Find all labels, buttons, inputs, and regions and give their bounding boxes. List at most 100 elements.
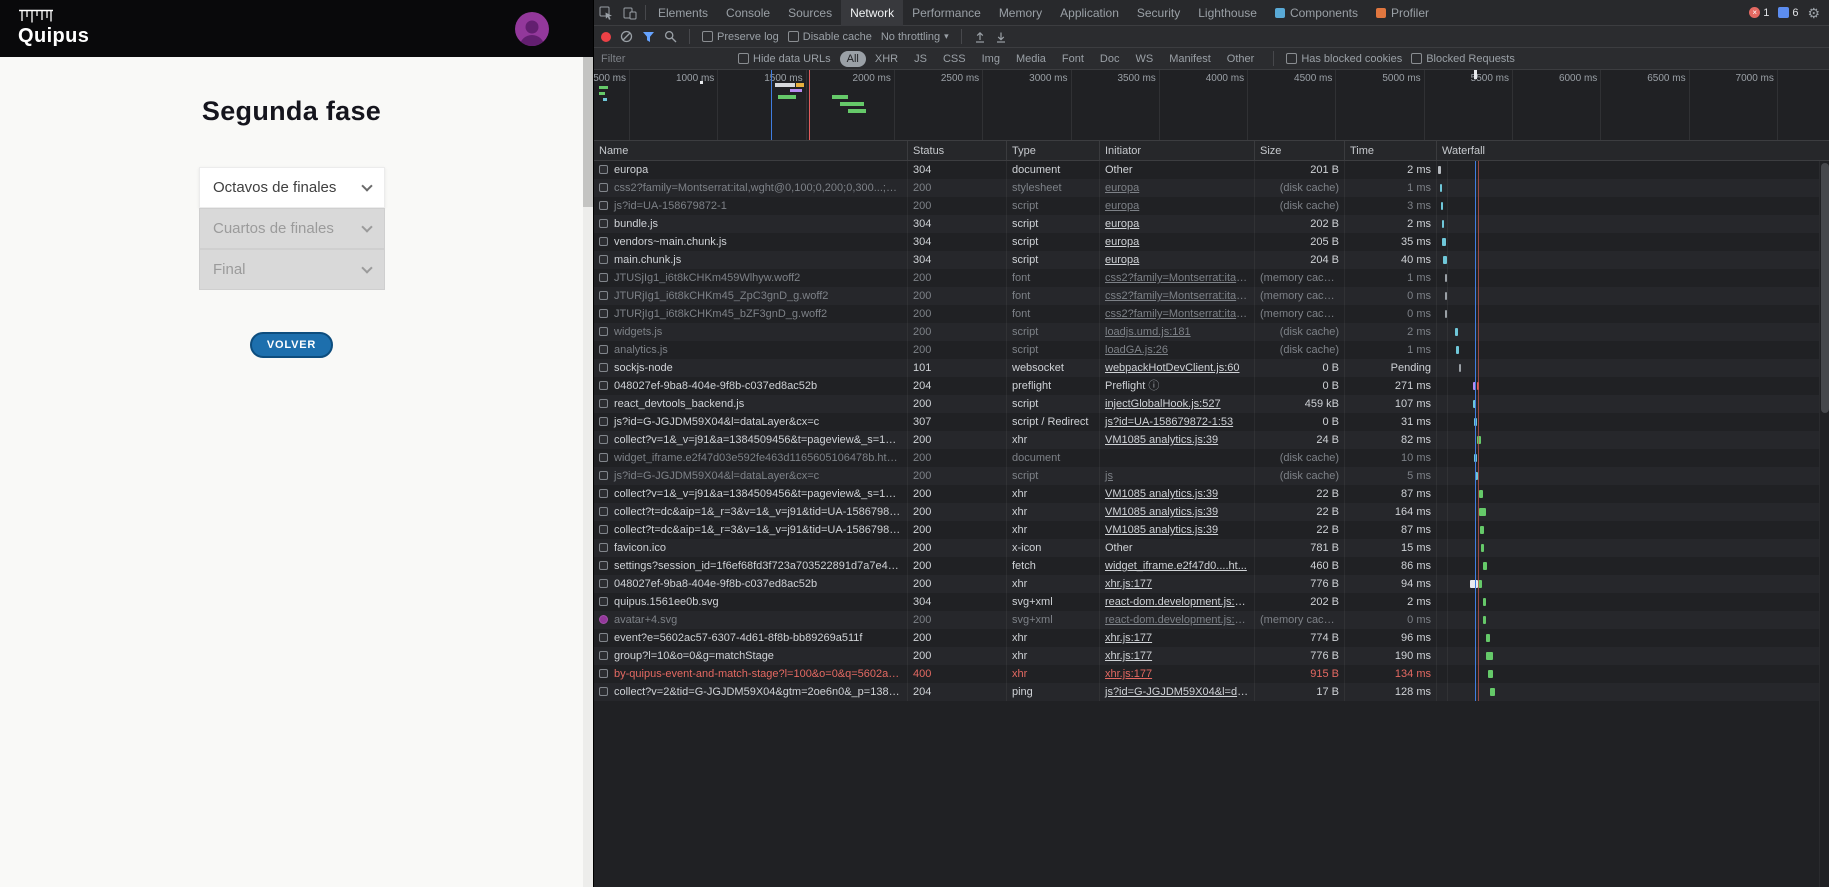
request-initiator[interactable]: europa <box>1105 182 1139 194</box>
request-initiator[interactable]: VM1085 analytics.js:39 <box>1105 434 1218 446</box>
filter-pill-img[interactable]: Img <box>975 51 1007 67</box>
request-initiator[interactable]: xhr.js:177 <box>1105 668 1152 680</box>
filter-pill-xhr[interactable]: XHR <box>868 51 905 67</box>
table-row[interactable]: avatar+4.svg200svg+xmlreact-dom.developm… <box>594 611 1829 629</box>
request-initiator[interactable]: VM1085 analytics.js:39 <box>1105 488 1218 500</box>
table-row[interactable]: bundle.js304scripteuropa202 B2 ms <box>594 215 1829 233</box>
error-badge[interactable]: × 1 <box>1749 7 1769 19</box>
table-row[interactable]: collect?v=1&_v=j91&a=1384509456&t=pagevi… <box>594 485 1829 503</box>
column-header-status[interactable]: Status <box>908 141 1007 160</box>
table-row[interactable]: JTURjIg1_i6t8kCHKm45_ZpC3gnD_g.woff2200f… <box>594 287 1829 305</box>
app-scrollbar[interactable] <box>583 57 593 887</box>
request-initiator[interactable]: js?id=UA-158679872-1:53 <box>1105 416 1233 428</box>
request-initiator[interactable]: css2?family=Montserrat:ital,... <box>1105 290 1251 302</box>
table-row[interactable]: collect?v=2&tid=G-JGJDM59X04&gtm=2oe6n0&… <box>594 683 1829 701</box>
filter-pill-media[interactable]: Media <box>1009 51 1053 67</box>
table-row[interactable]: JTURjIg1_i6t8kCHKm45_bZF3gnD_g.woff2200f… <box>594 305 1829 323</box>
hide-data-urls-checkbox[interactable]: Hide data URLs <box>738 53 831 65</box>
table-row[interactable]: js?id=G-JGJDM59X04&l=dataLayer&cx=c200sc… <box>594 467 1829 485</box>
table-row[interactable]: collect?t=dc&aip=1&_r=3&v=1&_v=j91&tid=U… <box>594 503 1829 521</box>
table-row[interactable]: 048027ef-9ba8-404e-9f8b-c037ed8ac52b204p… <box>594 377 1829 395</box>
column-header-type[interactable]: Type <box>1007 141 1100 160</box>
tab-components[interactable]: Components <box>1266 0 1367 26</box>
request-initiator[interactable]: css2?family=Montserrat:ital,... <box>1105 308 1251 320</box>
stage-select-2[interactable]: Final <box>199 249 385 290</box>
tab-console[interactable]: Console <box>717 0 779 26</box>
table-row[interactable]: widget_iframe.e2f47d03e592fe463d11656051… <box>594 449 1829 467</box>
request-initiator[interactable]: js?id=G-JGJDM59X04&l=data... <box>1105 686 1255 698</box>
request-initiator[interactable]: injectGlobalHook.js:527 <box>1105 398 1221 410</box>
inspect-element-icon[interactable] <box>594 0 618 26</box>
filter-funnel-icon[interactable] <box>642 31 655 43</box>
filter-pill-css[interactable]: CSS <box>936 51 973 67</box>
table-row[interactable]: group?l=10&o=0&g=matchStage200xhrxhr.js:… <box>594 647 1829 665</box>
tab-memory[interactable]: Memory <box>990 0 1051 26</box>
table-row[interactable]: sockjs-node101websocketwebpackHotDevClie… <box>594 359 1829 377</box>
request-initiator[interactable]: xhr.js:177 <box>1105 650 1152 662</box>
request-initiator[interactable]: europa <box>1105 254 1139 266</box>
column-header-name[interactable]: Name <box>594 141 908 160</box>
request-initiator[interactable]: europa <box>1105 236 1139 248</box>
request-initiator[interactable]: xhr.js:177 <box>1105 578 1152 590</box>
record-button[interactable] <box>601 32 611 42</box>
search-icon[interactable] <box>664 30 677 43</box>
filter-pill-js[interactable]: JS <box>907 51 934 67</box>
table-row[interactable]: vendors~main.chunk.js304scripteuropa205 … <box>594 233 1829 251</box>
request-initiator[interactable]: react-dom.development.js:683 <box>1105 614 1253 626</box>
request-initiator[interactable]: webpackHotDevClient.js:60 <box>1105 362 1240 374</box>
tab-application[interactable]: Application <box>1051 0 1128 26</box>
filter-input[interactable] <box>601 53 729 65</box>
import-har-icon[interactable] <box>974 31 986 43</box>
table-row[interactable]: europa304documentOther201 B2 ms <box>594 161 1829 179</box>
request-initiator[interactable]: react-dom.development.js:683 <box>1105 596 1253 608</box>
tab-network[interactable]: Network <box>841 0 903 26</box>
column-header-waterfall[interactable]: Waterfall <box>1437 141 1829 160</box>
tab-performance[interactable]: Performance <box>903 0 990 26</box>
table-row[interactable]: js?id=G-JGJDM59X04&l=dataLayer&cx=c307sc… <box>594 413 1829 431</box>
devtools-scrollbar-thumb[interactable] <box>1821 163 1829 413</box>
table-row[interactable]: widgets.js200scriptloadjs.umd.js:181(dis… <box>594 323 1829 341</box>
device-toolbar-icon[interactable] <box>618 0 642 26</box>
settings-gear-icon[interactable]: ⚙ <box>1807 6 1820 20</box>
column-header-size[interactable]: Size <box>1255 141 1345 160</box>
table-row[interactable]: settings?session_id=1f6ef68fd3f723a70352… <box>594 557 1829 575</box>
request-initiator[interactable]: widget_iframe.e2f47d0....ht... <box>1105 560 1247 572</box>
back-button[interactable]: VOLVER <box>250 332 333 358</box>
request-initiator[interactable]: VM1085 analytics.js:39 <box>1105 524 1218 536</box>
throttling-dropdown[interactable]: No throttling ▾ <box>881 31 949 43</box>
table-row[interactable]: js?id=UA-158679872-1200scripteuropa(disk… <box>594 197 1829 215</box>
table-row[interactable]: react_devtools_backend.js200scriptinject… <box>594 395 1829 413</box>
request-initiator[interactable]: js <box>1105 470 1113 482</box>
column-header-time[interactable]: Time <box>1345 141 1437 160</box>
table-row[interactable]: main.chunk.js304scripteuropa204 B40 ms <box>594 251 1829 269</box>
avatar[interactable] <box>515 12 549 46</box>
export-har-icon[interactable] <box>995 31 1007 43</box>
request-initiator[interactable]: loadjs.umd.js:181 <box>1105 326 1191 338</box>
blocked-requests-checkbox[interactable]: Blocked Requests <box>1411 53 1515 65</box>
tab-sources[interactable]: Sources <box>779 0 841 26</box>
tab-security[interactable]: Security <box>1128 0 1189 26</box>
request-initiator[interactable]: VM1085 analytics.js:39 <box>1105 506 1218 518</box>
tab-elements[interactable]: Elements <box>649 0 717 26</box>
request-initiator[interactable]: europa <box>1105 218 1139 230</box>
filter-pill-other[interactable]: Other <box>1220 51 1262 67</box>
table-row[interactable]: JTUSjIg1_i6t8kCHKm459Wlhyw.woff2200fontc… <box>594 269 1829 287</box>
table-row[interactable]: analytics.js200scriptloadGA.js:26(disk c… <box>594 341 1829 359</box>
stage-select-1[interactable]: Cuartos de finales <box>199 208 385 249</box>
table-row[interactable]: collect?t=dc&aip=1&_r=3&v=1&_v=j91&tid=U… <box>594 521 1829 539</box>
filter-pill-manifest[interactable]: Manifest <box>1162 51 1218 67</box>
table-row[interactable]: quipus.1561ee0b.svg304svg+xmlreact-dom.d… <box>594 593 1829 611</box>
table-row[interactable]: by-quipus-event-and-match-stage?l=100&o=… <box>594 665 1829 683</box>
filter-pill-font[interactable]: Font <box>1055 51 1091 67</box>
filter-pill-ws[interactable]: WS <box>1128 51 1160 67</box>
filter-pill-all[interactable]: All <box>840 51 866 67</box>
table-row[interactable]: favicon.ico200x-iconOther781 B15 ms <box>594 539 1829 557</box>
request-initiator[interactable]: css2?family=Montserrat:ital,... <box>1105 272 1251 284</box>
tab-profiler[interactable]: Profiler <box>1367 0 1438 26</box>
column-header-initiator[interactable]: Initiator <box>1100 141 1255 160</box>
app-scrollbar-thumb[interactable] <box>583 57 593 207</box>
request-initiator[interactable]: xhr.js:177 <box>1105 632 1152 644</box>
clear-icon[interactable] <box>620 30 633 43</box>
request-initiator[interactable]: europa <box>1105 200 1139 212</box>
table-row[interactable]: 048027ef-9ba8-404e-9f8b-c037ed8ac52b200x… <box>594 575 1829 593</box>
